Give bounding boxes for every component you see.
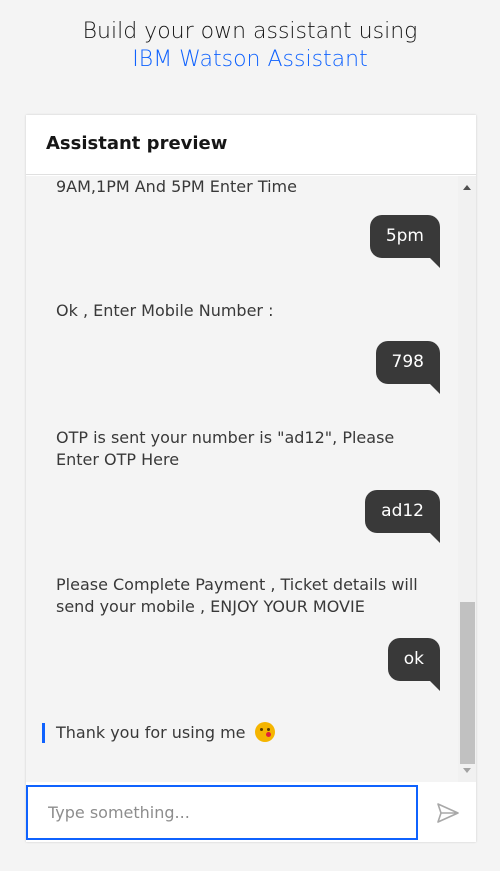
- header-link-watson[interactable]: IBM Watson Assistant: [0, 46, 500, 74]
- chat-scrollbar[interactable]: [458, 176, 476, 782]
- user-message: ad12: [365, 490, 440, 543]
- send-button[interactable]: [420, 785, 476, 840]
- scroll-up-arrow-icon[interactable]: [463, 185, 471, 190]
- send-icon: [437, 802, 459, 823]
- message-input[interactable]: [28, 787, 416, 838]
- assistant-preview-panel: Assistant preview 9AM,1PM And 5PM Enter …: [26, 115, 476, 842]
- scroll-down-arrow-icon[interactable]: [463, 768, 471, 773]
- user-bubble: ok: [387, 638, 441, 691]
- scrollbar-thumb[interactable]: [460, 602, 475, 764]
- message-input-container: [26, 785, 418, 840]
- user-bubble: 798: [375, 341, 441, 394]
- page-header: Build your own assistant using IBM Watso…: [0, 18, 500, 74]
- panel-title: Assistant preview: [26, 115, 476, 175]
- user-bubble: 5pm: [369, 215, 441, 268]
- assistant-message: 9AM,1PM And 5PM Enter Time: [56, 177, 297, 196]
- user-message: ok: [387, 638, 441, 691]
- kissing-face-icon: [254, 721, 275, 742]
- assistant-message: OTP is sent your number is "ad12", Pleas…: [56, 428, 395, 469]
- user-message: 5pm: [369, 215, 441, 268]
- assistant-message: Ok , Enter Mobile Number :: [56, 301, 274, 320]
- user-message: 798: [375, 341, 441, 394]
- chat-transcript: 9AM,1PM And 5PM Enter Time 5pm Ok , Ente…: [26, 176, 458, 782]
- header-line-1: Build your own assistant using: [82, 19, 418, 44]
- assistant-message-latest: Thank you for using me: [42, 721, 456, 744]
- assistant-message: Please Complete Payment , Ticket details…: [56, 575, 418, 616]
- assistant-message-text: Thank you for using me: [56, 723, 246, 742]
- user-bubble: ad12: [365, 490, 440, 543]
